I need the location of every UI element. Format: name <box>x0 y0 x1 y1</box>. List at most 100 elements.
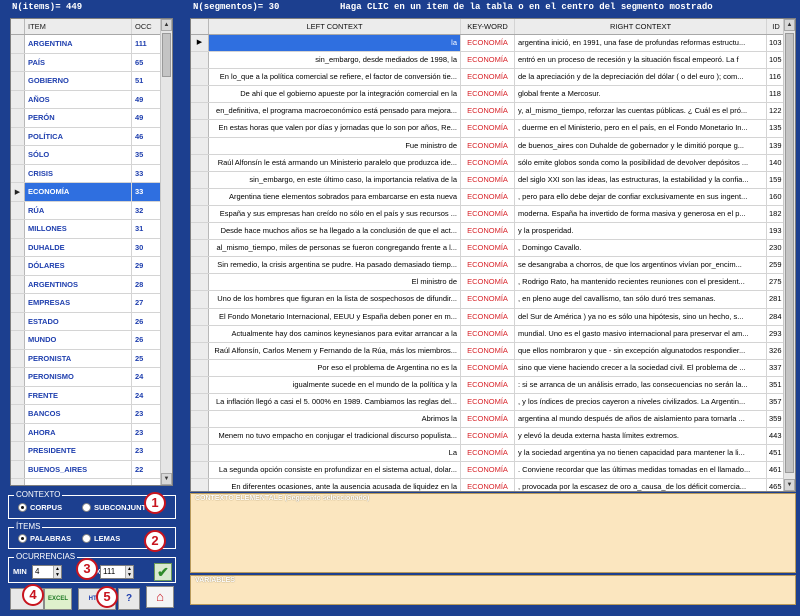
left-context-cell[interactable]: En estas horas que valen por días y jorn… <box>209 120 461 137</box>
occ-cell[interactable]: 26 <box>132 331 162 349</box>
row-selector[interactable] <box>11 53 25 71</box>
keyword-cell[interactable]: ECONOMÍA <box>461 376 515 393</box>
occ-cell[interactable]: 26 <box>132 313 162 331</box>
right-context-cell[interactable]: de la apreciación y de la depreciación d… <box>515 69 767 86</box>
segment-row[interactable]: Raúl Alfonsín le está armando un Ministe… <box>191 154 785 172</box>
occ-cell[interactable]: 22 <box>132 461 162 479</box>
row-selector[interactable] <box>11 201 25 219</box>
scroll-up-arrow-icon[interactable]: ▲ <box>161 19 172 31</box>
keyword-cell[interactable]: ECONOMÍA <box>461 86 515 103</box>
radio-subconjunto-dot[interactable] <box>82 503 91 512</box>
scroll-down-arrow-icon[interactable]: ▼ <box>161 473 172 485</box>
item-row[interactable]: BUENOS_AIRES 22 <box>11 460 162 479</box>
left-context-cell[interactable]: España y sus empresas han creído no sólo… <box>209 205 461 223</box>
keyword-cell[interactable]: ECONOMÍA <box>461 137 515 154</box>
item-cell[interactable]: FRENTE <box>25 386 132 404</box>
left-context-cell[interactable]: El ministro de <box>209 274 461 291</box>
item-cell[interactable]: AHORA <box>25 423 132 441</box>
segment-row[interactable]: Abrimos la ECONOMÍA argentina al mundo des… <box>191 411 785 429</box>
row-selector[interactable] <box>11 349 25 367</box>
item-row[interactable]: PERÓN 49 <box>11 109 162 128</box>
segment-row[interactable]: en_definitiva, el programa macroeconómic… <box>191 103 785 121</box>
item-row[interactable]: ESTADO 26 <box>11 312 162 331</box>
item-row[interactable]: AHORA 23 <box>11 423 162 442</box>
occ-cell[interactable]: 25 <box>132 350 162 368</box>
left-context-cell[interactable]: Por eso el problema de Argentina no es l… <box>209 359 461 376</box>
right-context-cell[interactable]: se desangraba a chorros, de que los arge… <box>515 257 767 274</box>
segment-row[interactable]: Desde hace muchos años se ha llegado a l… <box>191 223 785 241</box>
item-cell[interactable]: PERÓN <box>25 109 132 127</box>
row-selector[interactable] <box>11 238 25 256</box>
row-selector[interactable] <box>11 35 25 53</box>
segment-row[interactable]: El Fondo Monetario Internacional, EEUU y… <box>191 308 785 326</box>
segment-row[interactable]: Menem no tuvo empacho en conjugar el tra… <box>191 428 785 446</box>
segment-row[interactable]: Sin remedio, la crisis argentina se pudr… <box>191 257 785 275</box>
item-row[interactable]: ARGENTINOS 28 <box>11 275 162 294</box>
right-context-cell[interactable]: , en pleno auge del cavallismo, tan sólo… <box>515 291 767 308</box>
occ-cell[interactable]: 27 <box>132 294 162 312</box>
item-cell[interactable]: AÑOS <box>25 90 132 108</box>
left-context-cell[interactable]: La segunda opción consiste en profundiza… <box>209 462 461 479</box>
left-context-cell[interactable]: Actualmente hay dos caminos keynesianos … <box>209 325 461 342</box>
row-selector[interactable] <box>191 188 209 205</box>
occ-cell[interactable]: 29 <box>132 257 162 275</box>
left-context-cell[interactable]: Raúl Alfonsín le está armando un Ministe… <box>209 154 461 171</box>
occ-cell[interactable]: 111 <box>132 35 162 53</box>
item-cell[interactable]: ARGENTINA <box>25 35 132 53</box>
segment-row[interactable]: En lo_que a la política comercial se ref… <box>191 69 785 87</box>
help-button[interactable]: ? <box>118 588 140 610</box>
row-selector[interactable] <box>191 428 209 445</box>
keyword-cell[interactable]: ECONOMÍA <box>461 120 515 137</box>
occ-cell[interactable]: 23 <box>132 442 162 460</box>
row-selector[interactable] <box>11 146 25 164</box>
row-selector[interactable] <box>191 393 209 411</box>
left-context-cell[interactable]: Uno de los hombres que figuran en la lis… <box>209 291 461 308</box>
keyword-cell[interactable]: ECONOMÍA <box>461 308 515 325</box>
row-selector[interactable] <box>11 405 25 423</box>
segment-row[interactable]: sin_embargo, desde mediados de 1998, la E… <box>191 52 785 70</box>
segment-row[interactable]: al_mismo_tiempo, miles de personas se fu… <box>191 240 785 258</box>
row-pointer-icon[interactable]: ▶ <box>191 35 209 52</box>
row-selector[interactable] <box>191 52 209 69</box>
item-cell[interactable]: MUNDO <box>25 331 132 349</box>
occ-cell[interactable]: 24 <box>132 368 162 386</box>
item-cell[interactable]: PERONISMO <box>25 368 132 386</box>
item-row[interactable]: CAMBIO22 <box>11 479 162 485</box>
segment-row[interactable]: igualmente sucede en el mundo de la polí… <box>191 376 785 394</box>
right-context-cell[interactable]: : si se arranca de un análisis errado, l… <box>515 376 767 393</box>
item-cell[interactable]: BANCOS <box>25 405 132 423</box>
keyword-cell[interactable]: ECONOMÍA <box>461 154 515 171</box>
item-row[interactable]: SÓLO 35 <box>11 146 162 165</box>
min-stepper-arrows-icon[interactable]: ▲ ▼ <box>53 566 61 578</box>
row-selector[interactable] <box>191 86 209 103</box>
left-context-cell[interactable]: El Fondo Monetario Internacional, EEUU y… <box>209 308 461 325</box>
right-context-cell[interactable]: , Rodrigo Rato, ha mantenido recientes r… <box>515 274 767 291</box>
item-row[interactable]: BANCOS 23 <box>11 405 162 424</box>
item-row[interactable]: MILLONES 31 <box>11 220 162 239</box>
occ-cell[interactable]: 46 <box>132 128 162 146</box>
keyword-cell[interactable]: ECONOMÍA <box>461 188 515 205</box>
occ-cell[interactable]: 33 <box>132 183 162 201</box>
row-selector[interactable] <box>11 312 25 330</box>
row-selector[interactable] <box>11 72 25 90</box>
keyword-cell[interactable]: ECONOMÍA <box>461 291 515 308</box>
left-context-cell[interactable]: Abrimos la <box>209 411 461 428</box>
col-header-left-context[interactable]: LEFT CONTEXT <box>209 19 461 34</box>
row-selector[interactable] <box>191 120 209 137</box>
keyword-cell[interactable]: ECONOMÍA <box>461 103 515 120</box>
row-selector[interactable] <box>191 103 209 120</box>
right-context-cell[interactable]: del Sur de América ) ya no es sólo una h… <box>515 308 767 325</box>
keyword-cell[interactable]: ECONOMÍA <box>461 479 515 491</box>
occ-cell[interactable]: 65 <box>132 54 162 72</box>
max-stepper[interactable]: 111 ▲ ▼ <box>100 565 134 579</box>
left-context-cell[interactable]: sin_embargo, en este último caso, la imp… <box>209 171 461 188</box>
item-row[interactable]: ARGENTINA 111 <box>11 35 162 54</box>
row-selector[interactable] <box>11 479 25 485</box>
row-pointer-icon[interactable]: ▶ <box>11 183 25 201</box>
excel-button[interactable]: EXCEL <box>44 588 72 610</box>
max-value[interactable]: 111 <box>103 567 115 576</box>
row-selector[interactable] <box>11 460 25 478</box>
segment-row[interactable]: Por eso el problema de Argentina no es l… <box>191 359 785 377</box>
row-selector[interactable] <box>191 411 209 428</box>
keyword-cell[interactable]: ECONOMÍA <box>461 393 515 411</box>
